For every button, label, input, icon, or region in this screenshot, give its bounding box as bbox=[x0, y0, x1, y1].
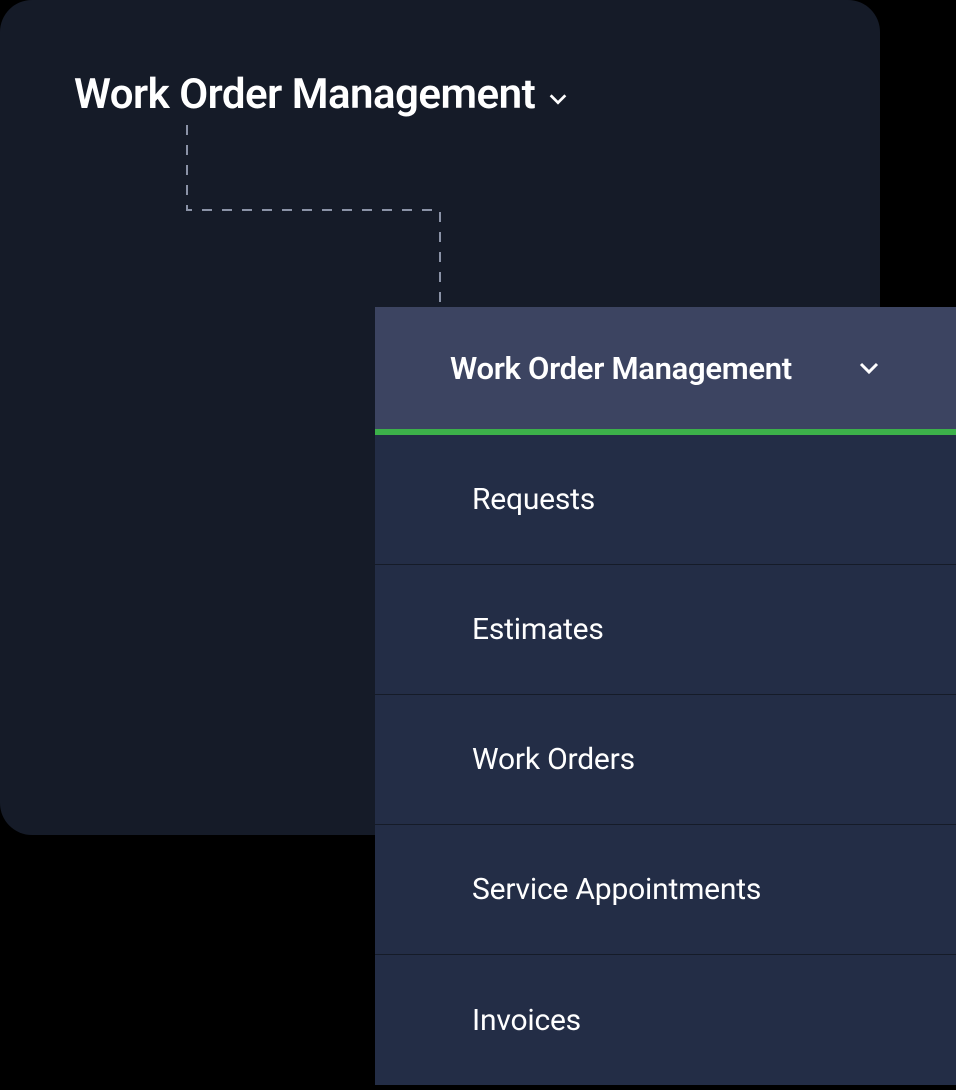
dropdown-item-label: Invoices bbox=[472, 1003, 581, 1038]
chevron-down-icon bbox=[547, 88, 569, 110]
dropdown-item-label: Estimates bbox=[472, 612, 604, 647]
dropdown-item-label: Service Appointments bbox=[472, 872, 761, 907]
dropdown-panel: Work Order Management Requests Estimates… bbox=[375, 307, 956, 1085]
dropdown-item-work-orders[interactable]: Work Orders bbox=[375, 695, 956, 825]
dropdown-item-requests[interactable]: Requests bbox=[375, 435, 956, 565]
dropdown-header[interactable]: Work Order Management bbox=[375, 307, 956, 429]
page-title-row[interactable]: Work Order Management bbox=[74, 70, 569, 119]
dropdown-item-service-appointments[interactable]: Service Appointments bbox=[375, 825, 956, 955]
page-title: Work Order Management bbox=[74, 70, 535, 119]
chevron-down-icon bbox=[857, 356, 881, 380]
dropdown-header-label: Work Order Management bbox=[450, 350, 792, 387]
dropdown-item-estimates[interactable]: Estimates bbox=[375, 565, 956, 695]
dropdown-item-label: Requests bbox=[472, 482, 595, 517]
dropdown-item-invoices[interactable]: Invoices bbox=[375, 955, 956, 1085]
dropdown-item-label: Work Orders bbox=[472, 742, 635, 777]
